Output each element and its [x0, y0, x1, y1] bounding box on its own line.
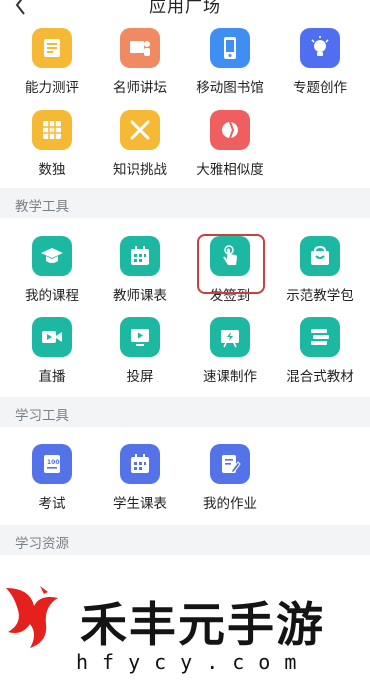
app-label: 发签到 — [209, 288, 251, 303]
sudoku-grid-icon: 1 — [32, 110, 72, 150]
app-label: 专题创作 — [293, 80, 347, 95]
app-label: 教师课表 — [113, 288, 167, 303]
test-document-icon — [32, 28, 72, 68]
app-label: 混合式教材 — [286, 369, 354, 384]
watermark-url: hfycy.com — [76, 650, 311, 674]
app-tile-daya-similarity[interactable]: 大雅相似度 — [184, 106, 276, 192]
section-header-learning: 学习工具 — [0, 397, 370, 427]
section-header-teaching: 教学工具 — [0, 188, 370, 218]
calendar-icon — [120, 236, 160, 276]
quick-lesson-icon — [210, 317, 250, 357]
similarity-chart-icon — [210, 110, 250, 150]
lecture-icon — [120, 28, 160, 68]
svg-text:100: 100 — [47, 459, 60, 466]
page-title: 应用广场 — [149, 0, 221, 16]
top-apps-row-1: 能力测评 名师讲坛 移动图书馆 专题创作 — [0, 24, 370, 110]
section-title: 学习工具 — [15, 408, 69, 423]
package-icon — [300, 236, 340, 276]
app-label: 速课制作 — [203, 369, 257, 384]
app-tile-sudoku[interactable]: 1 数独 — [6, 106, 98, 192]
screen-cast-icon — [120, 317, 160, 357]
app-tile-mobile-library[interactable]: 移动图书馆 — [184, 24, 276, 110]
teaching-apps-row-1: 我的课程 教师课表 发签到 示范教学包 — [0, 232, 370, 318]
crossed-swords-icon — [120, 110, 160, 150]
mobile-library-icon — [210, 28, 250, 68]
app-tile-exam[interactable]: 100 考试 — [6, 440, 98, 526]
app-tile-my-homework[interactable]: 我的作业 — [184, 440, 276, 526]
learning-apps-row: 100 考试 学生课表 我的作业 — [0, 440, 370, 526]
app-label: 移动图书馆 — [196, 80, 264, 95]
app-label: 示范教学包 — [286, 288, 354, 303]
section-title: 教学工具 — [15, 199, 69, 214]
watermark: 禾丰元手游 hfycy.com — [0, 578, 370, 681]
exam-score-icon: 100 — [32, 444, 72, 484]
section-title: 学习资源 — [15, 536, 69, 551]
app-tile-ability-test[interactable]: 能力测评 — [6, 24, 98, 110]
calendar-icon — [120, 444, 160, 484]
app-tile-live[interactable]: 直播 — [6, 313, 98, 399]
app-tile-demo-teaching-package[interactable]: 示范教学包 — [274, 232, 366, 318]
app-tile-student-schedule[interactable]: 学生课表 — [94, 440, 186, 526]
teaching-apps-row-2: 直播 投屏 速课制作 混合式教材 — [0, 313, 370, 399]
tap-hand-icon — [210, 236, 250, 276]
app-label: 我的作业 — [203, 496, 257, 511]
app-tile-master-lecture[interactable]: 名师讲坛 — [94, 24, 186, 110]
graduation-cap-icon — [32, 236, 72, 276]
watermark-text: 禾丰元手游 — [80, 598, 325, 653]
app-label: 投屏 — [126, 369, 154, 384]
app-label: 名师讲坛 — [113, 80, 167, 95]
section-header-resources: 学习资源 — [0, 525, 370, 555]
app-tile-screen-cast[interactable]: 投屏 — [94, 313, 186, 399]
top-apps-row-2: 1 数独 知识挑战 大雅相似度 — [0, 106, 370, 192]
app-label: 大雅相似度 — [196, 162, 264, 177]
app-tile-blended-textbook[interactable]: 混合式教材 — [274, 313, 366, 399]
watermark-logo-icon — [6, 586, 58, 648]
books-stack-icon — [300, 317, 340, 357]
lightbulb-icon — [300, 28, 340, 68]
app-tile-knowledge-challenge[interactable]: 知识挑战 — [94, 106, 186, 192]
app-tile-my-courses[interactable]: 我的课程 — [6, 232, 98, 318]
app-label: 学生课表 — [113, 496, 167, 511]
app-tile-topic-creation[interactable]: 专题创作 — [274, 24, 366, 110]
app-tile-teacher-schedule[interactable]: 教师课表 — [94, 232, 186, 318]
homework-edit-icon — [210, 444, 250, 484]
app-label: 知识挑战 — [113, 162, 167, 177]
app-header: 应用广场 — [0, 0, 370, 20]
svg-text:1: 1 — [51, 128, 54, 134]
app-tile-send-sign-in[interactable]: 发签到 — [184, 232, 276, 318]
app-tile-quick-lesson[interactable]: 速课制作 — [184, 313, 276, 399]
video-camera-icon — [32, 317, 72, 357]
